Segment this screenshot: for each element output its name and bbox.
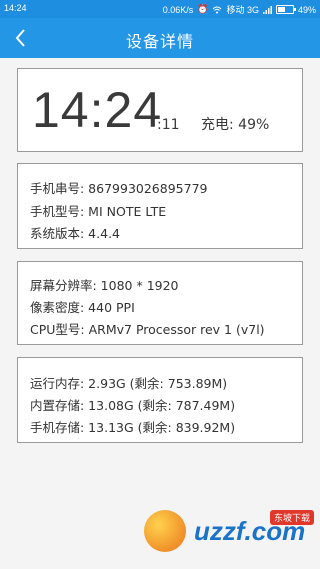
ram-row: 运行内存: 2.93G (剩余: 753.89M) — [30, 376, 228, 391]
logo-badge: 东坡下载 — [269, 510, 314, 525]
status-right: 0.06K/s ⏰ 移动 3G 49% — [163, 3, 316, 16]
status-bar: 14:24 0.06K/s ⏰ 移动 3G 49% — [0, 0, 320, 18]
clock-time: 14:24 — [32, 82, 163, 138]
cpu-row: CPU型号: ARMv7 Processor rev 1 (v7l) — [30, 322, 265, 337]
battery-icon — [275, 5, 296, 14]
charge-status: 充电: 49% — [201, 117, 270, 133]
model-row: 手机型号: MI NOTE LTE — [30, 204, 167, 219]
clock-card: 14:24 :11 充电: 49% — [17, 68, 303, 152]
logo-circle-icon — [144, 510, 186, 552]
storage-info-card: 运行内存: 2.93G (剩余: 753.89M) 内置存储: 13.08G (… — [17, 357, 303, 443]
display-info-card: 屏幕分辨率: 1080 * 1920 像素密度: 440 PPI CPU型号: … — [17, 261, 303, 345]
phone-info-card: 手机串号: 867993026895779 手机型号: MI NOTE LTE … — [17, 163, 303, 249]
title-bar: 设备详情 — [0, 18, 320, 58]
alarm-icon: ⏰ — [197, 4, 209, 14]
wifi-icon — [213, 6, 222, 13]
phone-storage-row: 手机存储: 13.13G (剩余: 839.92M) — [30, 420, 236, 435]
carrier-label: 移动 3G — [226, 5, 259, 15]
serial-row: 手机串号: 867993026895779 — [30, 181, 208, 196]
watermark-logo: uzzf.com 东坡下载 — [140, 506, 316, 562]
signal-icon — [262, 5, 272, 14]
network-speed: 0.06K/s — [162, 4, 194, 15]
battery-percent: 49% — [297, 4, 316, 15]
status-time: 14:24 — [4, 3, 27, 13]
internal-storage-row: 内置存储: 13.08G (剩余: 787.49M) — [30, 398, 236, 413]
page-title: 设备详情 — [125, 32, 194, 51]
density-row: 像素密度: 440 PPI — [30, 300, 135, 315]
version-row: 系统版本: 4.4.4 — [30, 226, 120, 241]
clock-seconds: :11 — [157, 117, 180, 133]
resolution-row: 屏幕分辨率: 1080 * 1920 — [30, 278, 179, 293]
